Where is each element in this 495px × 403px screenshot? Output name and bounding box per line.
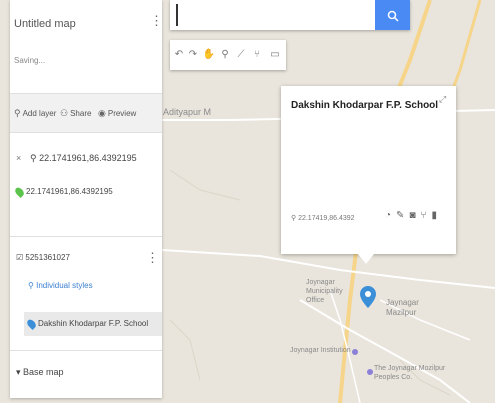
- popup-title: Dakshin Khodarpar F.P. School: [291, 100, 439, 111]
- layer-header: ☑ 5251361027: [16, 253, 70, 262]
- share-icon: ⚇: [60, 108, 69, 118]
- popup-pointer: [358, 254, 374, 264]
- search-icon: [387, 10, 399, 22]
- hand-icon[interactable]: ✋: [202, 40, 216, 70]
- close-search-icon[interactable]: ×: [16, 153, 21, 163]
- camera-icon[interactable]: ◙: [409, 210, 415, 221]
- popup-tools: ◔ ✎ ◙ ⑂ ▮: [385, 210, 442, 221]
- base-map-section[interactable]: ▾ Base map: [10, 350, 162, 390]
- search-button[interactable]: [375, 0, 410, 30]
- search-result-query: ⚲ 22.1741961,86.4392195: [30, 153, 137, 164]
- layer-name[interactable]: 5251361027: [25, 253, 70, 262]
- layer-item-label: Dakshin Khodarpar F.P. School: [38, 319, 149, 329]
- map-label-joynagar-municipality: Joynagar Municipality Office: [306, 279, 343, 304]
- layer-section: ☑ 5251361027 ⋮ ⚲ Individual styles Daksh…: [10, 236, 162, 348]
- style-icon: ⚲: [28, 281, 37, 290]
- search-result-item[interactable]: 22.1741961,86.4392195: [13, 185, 113, 199]
- panel-actions: ⚲ Add layer ⚇ Share ◉ Preview: [10, 93, 162, 133]
- layer-item[interactable]: Dakshin Khodarpar F.P. School: [25, 317, 149, 331]
- directions-icon[interactable]: ⑂: [420, 210, 426, 221]
- info-popup: Dakshin Khodarpar F.P. School ⤢ ⚲ 22.174…: [281, 86, 456, 254]
- add-layer-button[interactable]: ⚲ Add layer: [14, 108, 56, 119]
- redo-icon[interactable]: ↷: [186, 40, 200, 70]
- line-icon[interactable]: ⟋: [234, 40, 248, 70]
- layer-options-icon[interactable]: ⋮: [146, 251, 159, 264]
- blue-pin-icon: [25, 317, 38, 331]
- undo-icon[interactable]: ↶: [172, 40, 186, 70]
- add-layer-label: Add layer: [22, 109, 57, 118]
- map-label-bank: The Joynagar Mozilpur Peoples Co.: [374, 365, 446, 381]
- base-map-icon: ▾: [16, 367, 24, 377]
- ruler-icon[interactable]: ▭: [268, 40, 282, 70]
- paint-bucket-icon[interactable]: ◔: [385, 210, 391, 221]
- preview-label: Preview: [107, 109, 137, 118]
- popup-coord-text: 22.17419,86.4392: [298, 215, 355, 222]
- map-label-institution: Joynagar Institution: [290, 347, 351, 354]
- map-legend-panel: Untitled map ⋮ Saving... ⚲ Add layer ⚇ Sha…: [10, 0, 163, 398]
- more-options-icon[interactable]: ⋮: [150, 14, 163, 27]
- green-pin-icon: [13, 185, 26, 199]
- search-input[interactable]: [176, 4, 371, 26]
- map-label-aditypur: Adityapur M: [163, 107, 212, 117]
- preview-icon: ◉: [98, 108, 106, 118]
- individual-styles-link[interactable]: ⚲ Individual styles: [28, 281, 93, 290]
- individual-styles-label: Individual styles: [36, 281, 93, 290]
- expand-icon[interactable]: ⤢: [439, 94, 446, 105]
- map-title[interactable]: Untitled map: [14, 18, 76, 30]
- share-button[interactable]: ⚇ Share: [60, 108, 91, 119]
- share-label: Share: [70, 109, 92, 118]
- search-bar: [170, 0, 410, 30]
- map-label-jayanagar: Jaynagar Mazilpur: [386, 298, 419, 317]
- popup-coordinates: ⚲ 22.17419,86.4392: [291, 214, 355, 222]
- add-layer-icon: ⚲: [14, 108, 21, 118]
- search-result-icon: ⚲: [30, 153, 40, 163]
- edit-icon[interactable]: ✎: [396, 210, 404, 221]
- search-result-text: 22.1741961,86.4392195: [39, 153, 137, 163]
- map-marker-icon[interactable]: [360, 286, 376, 308]
- marker-icon[interactable]: ⚲: [218, 40, 232, 70]
- base-map-label: Base map: [23, 367, 64, 377]
- save-status: Saving...: [14, 56, 46, 65]
- map-toolbar: ↶ ↷ ✋ ⚲ ⟋ ⑂ ▭: [170, 40, 286, 70]
- delete-icon[interactable]: ▮: [431, 210, 437, 221]
- checkbox-icon[interactable]: ☑: [16, 253, 25, 262]
- search-result-item-text: 22.1741961,86.4392195: [26, 187, 113, 197]
- directions-icon[interactable]: ⑂: [250, 40, 264, 70]
- preview-button[interactable]: ◉ Preview: [98, 108, 136, 119]
- base-map-row: ▾ Base map: [16, 367, 64, 378]
